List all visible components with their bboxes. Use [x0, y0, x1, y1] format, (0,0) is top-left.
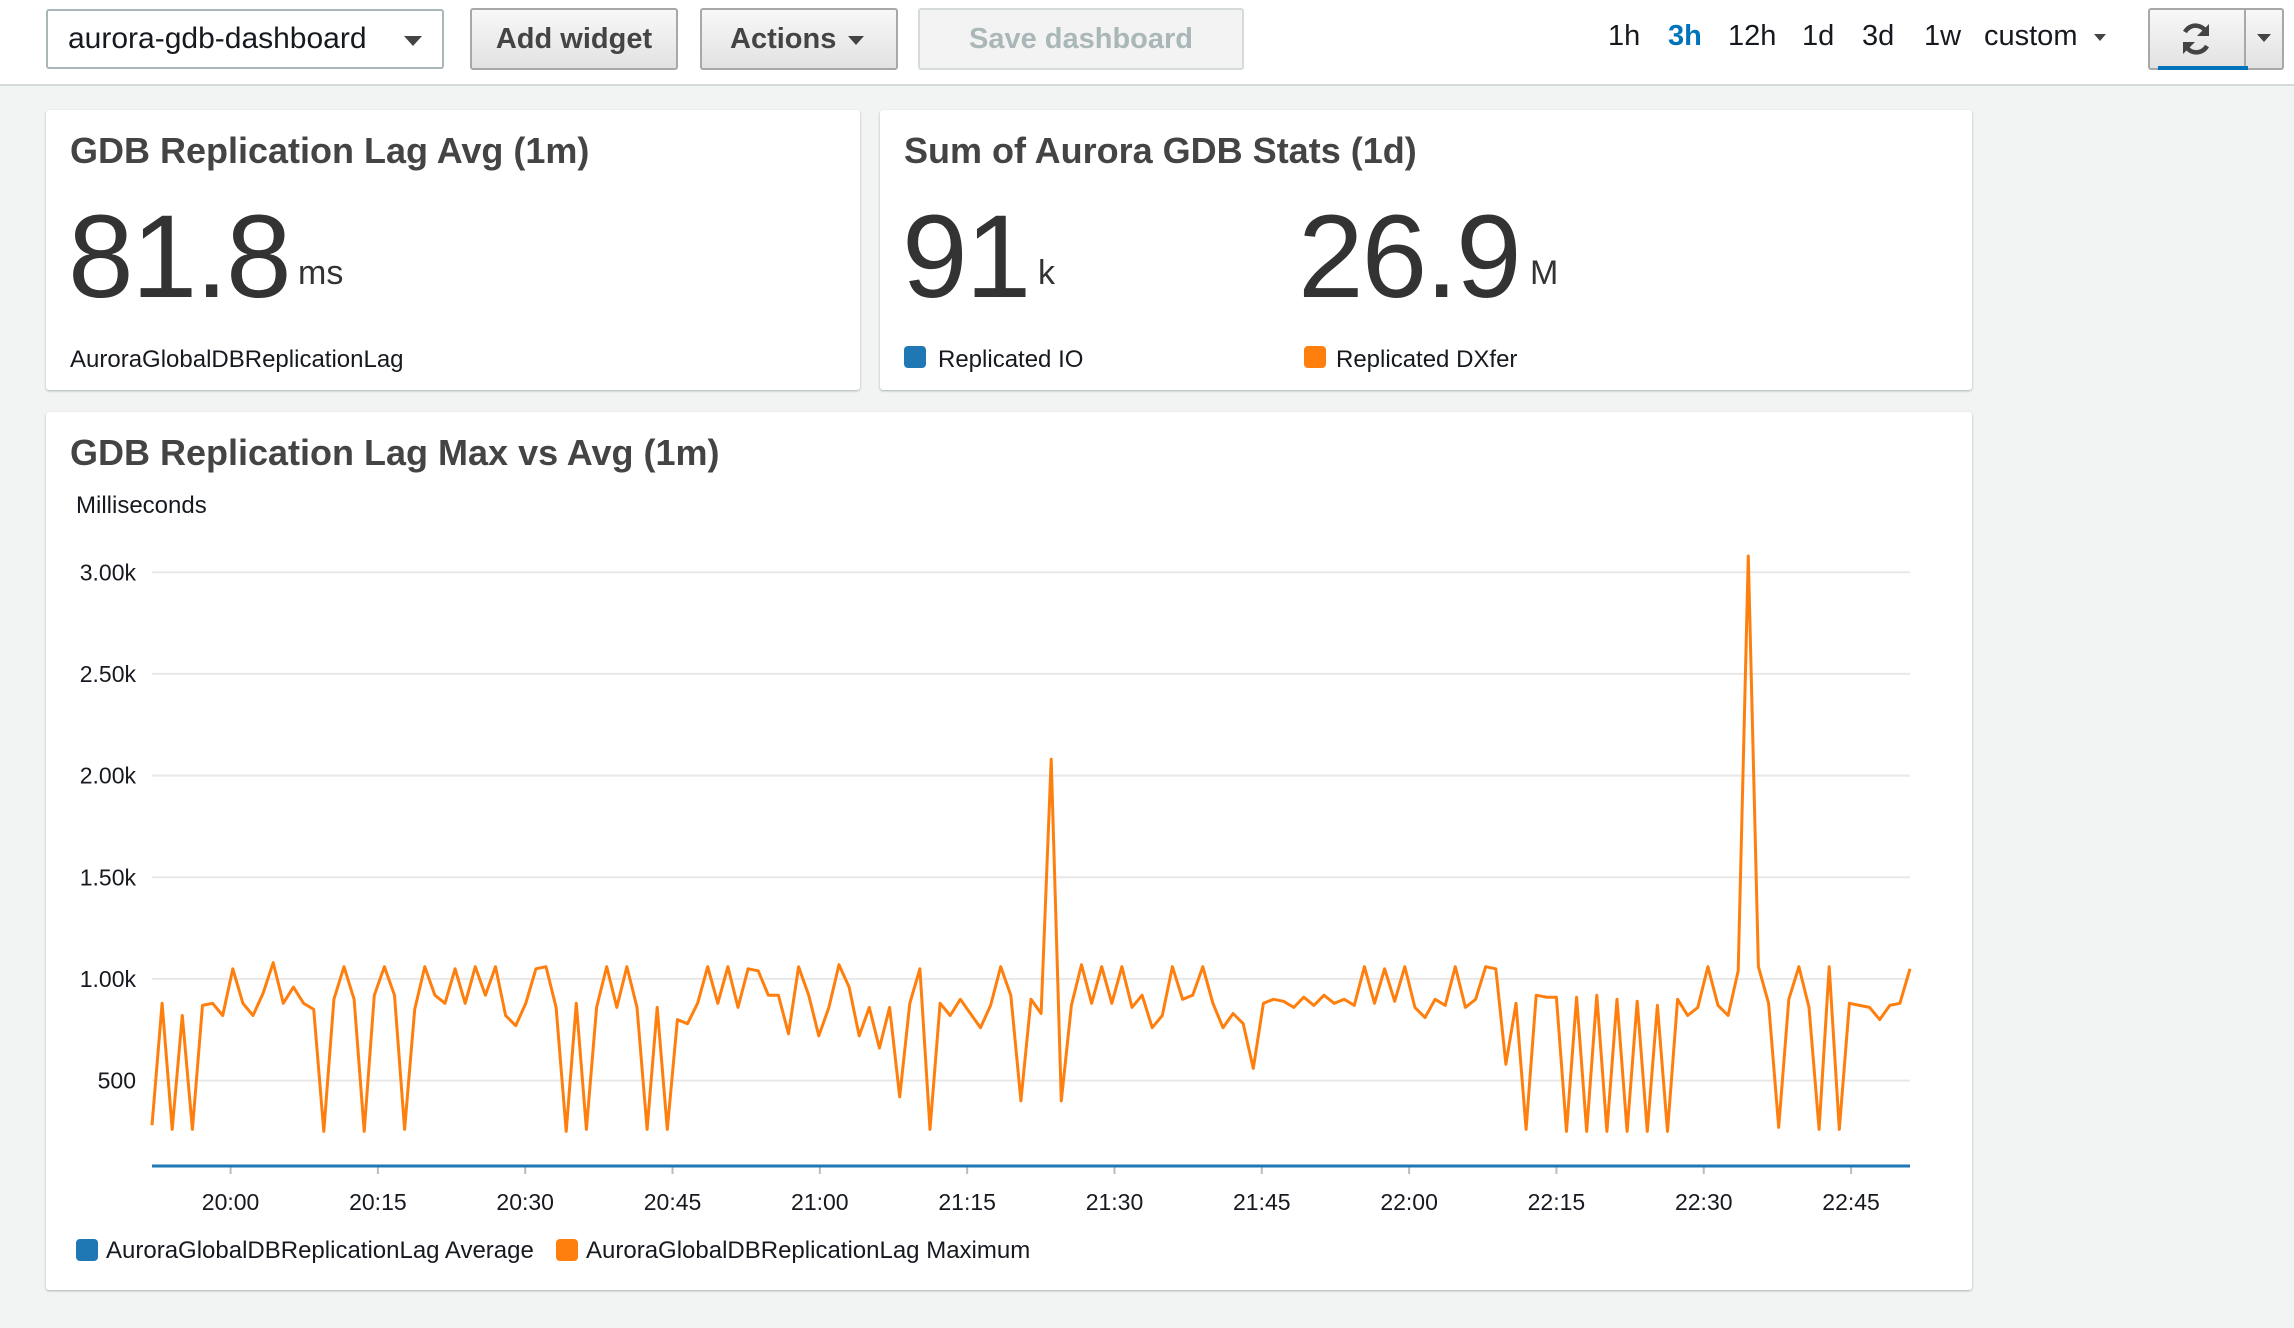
range-1d[interactable]: 1d	[1802, 20, 1834, 53]
add-widget-label: Add widget	[495, 23, 653, 55]
legend-label-maximum: AuroraGlobalDBReplicationLag Maximum	[586, 1237, 1031, 1264]
dashboard-select[interactable]: aurora-gdb-dashboard	[46, 9, 444, 69]
chevron-down-icon	[2257, 34, 2271, 42]
range-3h[interactable]: 3h	[1668, 20, 1702, 53]
widget-title: GDB Replication Lag Avg (1m)	[70, 130, 590, 171]
dashboard-select-value: aurora-gdb-dashboard	[68, 22, 367, 55]
widget-lag-avg: GDB Replication Lag Avg (1m) 81.8 ms Aur…	[46, 110, 860, 390]
refresh-icon	[2182, 23, 2210, 55]
chart-title: GDB Replication Lag Max vs Avg (1m)	[70, 432, 720, 473]
legend-label-average: AuroraGlobalDBReplicationLag Average	[106, 1237, 534, 1264]
range-1h[interactable]: 1h	[1608, 20, 1640, 53]
legend-swatch-average	[76, 1239, 98, 1261]
refresh-progress	[2158, 66, 2248, 70]
chevron-down-icon	[848, 36, 864, 45]
legend-swatch-maximum	[556, 1239, 578, 1261]
actions-label: Actions	[730, 23, 837, 55]
widget-title: Sum of Aurora GDB Stats (1d)	[904, 130, 1417, 171]
lag-avg-value: 81.8	[68, 191, 292, 323]
widget-lag-chart: GDB Replication Lag Max vs Avg (1m)	[46, 412, 1972, 1290]
replicated-io-label[interactable]: Replicated IO	[938, 346, 1083, 374]
range-custom-label: custom	[1984, 20, 2078, 52]
replicated-dxfer-label[interactable]: Replicated DXfer	[1336, 346, 1517, 374]
chevron-down-icon	[404, 36, 422, 46]
range-3d[interactable]: 3d	[1862, 20, 1894, 53]
save-dashboard-label: Save dashboard	[968, 23, 1194, 55]
metric-label: AuroraGlobalDBReplicationLag	[70, 346, 404, 373]
range-custom[interactable]: custom	[1984, 20, 2106, 53]
add-widget-button[interactable]: Add widget	[470, 8, 678, 70]
actions-button[interactable]: Actions	[700, 8, 898, 70]
replicated-io-swatch	[904, 346, 926, 368]
replicated-io-unit: k	[1038, 254, 1055, 292]
legend-item-average[interactable]: AuroraGlobalDBReplicationLag Average	[76, 1237, 534, 1265]
refresh-button-group	[2148, 8, 2284, 70]
refresh-button[interactable]	[2150, 10, 2248, 70]
range-12h[interactable]: 12h	[1728, 20, 1776, 53]
dashboard-toolbar: aurora-gdb-dashboard Add widget Actions …	[0, 0, 2294, 86]
chevron-down-icon	[2093, 34, 2106, 41]
replicated-dxfer-swatch	[1304, 346, 1326, 368]
range-1w[interactable]: 1w	[1924, 20, 1961, 53]
y-axis-title: Milliseconds	[76, 492, 207, 519]
replicated-dxfer-unit: M	[1530, 254, 1559, 292]
lag-avg-unit: ms	[298, 254, 344, 292]
legend-item-maximum[interactable]: AuroraGlobalDBReplicationLag Maximum	[556, 1237, 1030, 1265]
save-dashboard-button[interactable]: Save dashboard	[918, 8, 1244, 70]
replicated-io-value: 91	[902, 191, 1031, 323]
widget-gdb-stats: Sum of Aurora GDB Stats (1d) 91 k Replic…	[880, 110, 1972, 390]
replicated-dxfer-value: 26.9	[1298, 191, 1522, 323]
refresh-options-button[interactable]	[2246, 10, 2284, 68]
